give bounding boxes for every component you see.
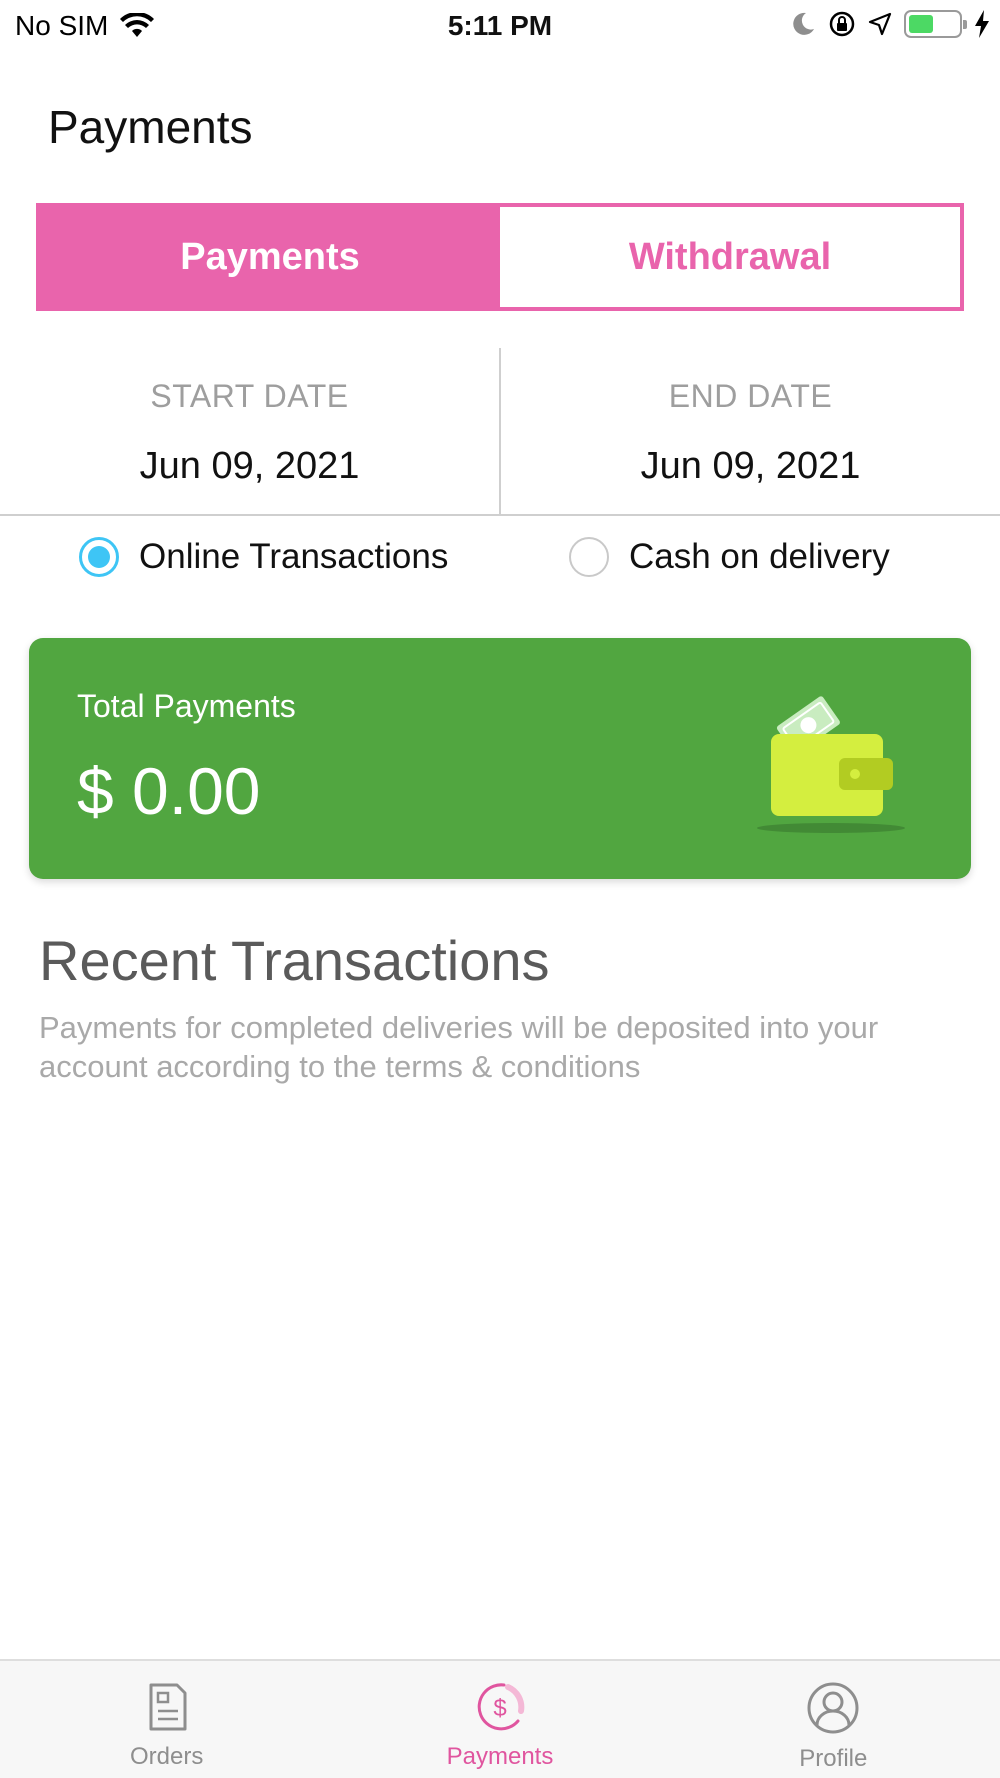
transaction-type-filter: Online Transactions Cash on delivery (0, 532, 1000, 582)
total-payments-label: Total Payments (77, 688, 296, 724)
status-right (790, 10, 990, 38)
svg-text:$: $ (493, 1695, 506, 1722)
cash-on-delivery-radio[interactable]: Cash on delivery (569, 537, 890, 577)
cash-on-delivery-label: Cash on delivery (629, 537, 890, 576)
dollar-icon: $ (477, 1683, 525, 1731)
bottom-tab-bar: Orders $ Payments Profile (0, 1659, 1000, 1778)
end-date-picker[interactable]: END DATE Jun 09, 2021 (499, 348, 1000, 514)
radio-unchecked-icon (569, 537, 609, 577)
tab-payments-nav[interactable]: $ Payments (333, 1661, 666, 1778)
page-title: Payments (48, 101, 253, 153)
total-payments-card: Total Payments $ 0.00 (29, 638, 971, 879)
document-icon (149, 1683, 187, 1731)
online-transactions-radio[interactable]: Online Transactions (79, 537, 448, 577)
status-bar: No SIM 5:11 PM (0, 0, 1000, 50)
end-date-label: END DATE (668, 378, 833, 414)
person-icon (807, 1682, 859, 1734)
end-date-value: Jun 09, 2021 (640, 445, 861, 487)
moon-icon (793, 12, 814, 35)
charging-bolt-icon (975, 10, 989, 38)
rotation-lock-icon (829, 11, 855, 37)
wallet-icon (757, 696, 905, 833)
tab-withdrawal[interactable]: Withdrawal (500, 207, 960, 307)
start-date-label: START DATE (150, 378, 349, 414)
tab-profile-label: Profile (799, 1745, 868, 1772)
start-date-value: Jun 09, 2021 (139, 445, 360, 487)
tab-payments[interactable]: Payments (40, 207, 500, 307)
battery-level (909, 15, 933, 33)
location-arrow-icon (868, 12, 892, 36)
tab-payments-label: Payments (446, 1743, 554, 1770)
tab-orders[interactable]: Orders (0, 1661, 333, 1778)
radio-checked-icon (79, 537, 119, 577)
start-date-picker[interactable]: START DATE Jun 09, 2021 (0, 348, 499, 514)
total-payments-amount: $ 0.00 (77, 754, 261, 828)
date-range: START DATE Jun 09, 2021 END DATE Jun 09,… (0, 348, 1000, 516)
online-transactions-label: Online Transactions (139, 537, 449, 576)
segmented-control: Payments Withdrawal (36, 203, 964, 311)
recent-transactions-heading: Recent Transactions (39, 929, 550, 992)
recent-transactions-description: Payments for completed deliveries will b… (39, 1010, 879, 1084)
battery-icon (904, 10, 967, 38)
tab-orders-label: Orders (129, 1743, 204, 1770)
tab-profile[interactable]: Profile (667, 1661, 1000, 1778)
